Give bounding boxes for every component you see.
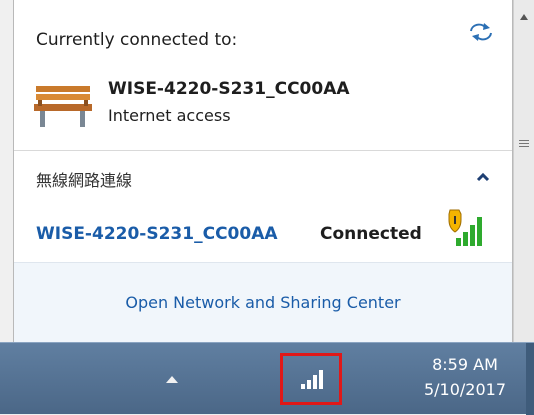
currently-connected-label: Currently connected to: (36, 30, 238, 50)
scroll-up-arrow-icon[interactable] (520, 14, 528, 20)
bench-network-icon (34, 86, 92, 127)
network-tray-button[interactable] (280, 353, 342, 405)
wifi-network-name[interactable]: WISE-4220-S231_CC00AA (36, 224, 278, 244)
current-network-name: WISE-4220-S231_CC00AA (108, 79, 350, 99)
wifi-network-status: Connected (320, 224, 422, 244)
clock-date[interactable]: 5/10/2017 (410, 380, 520, 399)
signal-strength-icon[interactable] (295, 368, 329, 390)
show-desktop-button[interactable] (526, 343, 534, 415)
collapse-chevron-icon[interactable] (474, 170, 492, 184)
current-network-access: Internet access (108, 106, 231, 125)
clock-time[interactable]: 8:59 AM (410, 355, 520, 374)
open-network-sharing-center-link[interactable]: Open Network and Sharing Center (14, 293, 512, 312)
scrollbar[interactable] (513, 0, 534, 342)
secured-signal-icon (448, 209, 482, 246)
show-hidden-icons-arrow-icon[interactable] (166, 376, 178, 383)
flyout-footer: Open Network and Sharing Center (14, 262, 512, 342)
refresh-icon[interactable] (468, 22, 494, 42)
section-divider (14, 150, 512, 151)
network-flyout: Currently connected to: WISE-4220-S231_C… (13, 0, 513, 342)
wireless-group-title: 無線網路連線 (36, 171, 133, 190)
taskbar: 8:59 AM 5/10/2017 (0, 342, 534, 415)
scroll-grip-icon[interactable] (519, 140, 529, 150)
